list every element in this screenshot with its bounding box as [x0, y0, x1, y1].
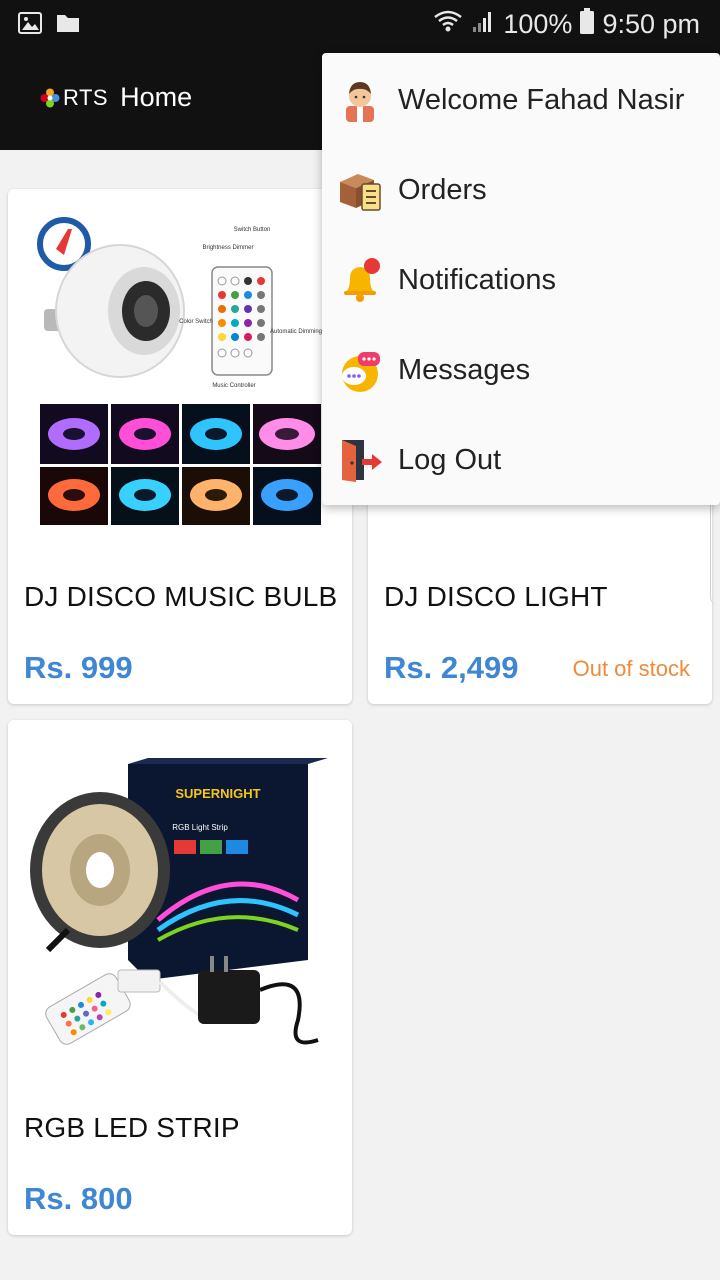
- product-price: Rs. 2,499: [384, 650, 519, 685]
- user-menu: Welcome Fahad Nasir Orders Notifications: [322, 53, 720, 505]
- menu-label: Welcome Fahad Nasir: [398, 83, 685, 116]
- signal-icon: [471, 9, 495, 40]
- remote-label-music: Music Controller: [212, 383, 255, 389]
- out-of-stock-badge: Out of stock: [572, 656, 690, 681]
- menu-item-notifications[interactable]: Notifications: [322, 235, 720, 325]
- product-name: RGB LED STRIP: [24, 1112, 240, 1143]
- flower-logo-icon: [40, 88, 60, 107]
- battery-percent: 100%: [503, 9, 573, 39]
- menu-label: Messages: [398, 353, 531, 386]
- menu-item-welcome[interactable]: Welcome Fahad Nasir: [322, 55, 720, 145]
- menu-item-orders[interactable]: Orders: [322, 145, 720, 235]
- brand[interactable]: RTS Home: [40, 82, 192, 113]
- product-image-disco-bulb: Switch Button Brightness Dimmer Color Sw…: [8, 189, 352, 549]
- menu-label: Notifications: [398, 263, 556, 296]
- wifi-icon: [433, 9, 463, 40]
- menu-item-logout[interactable]: Log Out: [322, 415, 720, 505]
- remote-label-switch: Switch Button: [234, 227, 271, 233]
- chat-icon: [342, 352, 380, 392]
- menu-item-messages[interactable]: Messages: [322, 325, 720, 415]
- rts-logo: RTS: [40, 85, 108, 111]
- remote-label-brightness: Brightness Dimmer: [202, 245, 253, 251]
- product-price: Rs. 999: [24, 650, 133, 685]
- product-name: DJ DISCO LIGHT: [384, 581, 608, 612]
- page-title: Home: [120, 82, 193, 112]
- battery-icon: [580, 8, 595, 41]
- strip-sub-text: RGB Light Strip: [172, 823, 228, 832]
- clock: 9:50 pm: [602, 9, 700, 39]
- remote-label-color: Color Switch: [179, 319, 213, 325]
- product-name: DJ DISCO MUSIC BULB: [24, 581, 338, 612]
- menu-label: Log Out: [398, 443, 502, 476]
- folder-icon: [56, 12, 80, 39]
- product-card[interactable]: SUPERNIGHT RGB Light Strip RGB LED STRIP…: [8, 720, 352, 1235]
- strip-brand-text: SUPERNIGHT: [175, 786, 260, 801]
- product-card[interactable]: Switch Button Brightness Dimmer Color Sw…: [8, 189, 352, 704]
- bell-icon: [344, 258, 380, 302]
- product-price: Rs. 800: [24, 1181, 133, 1216]
- logo-text: RTS: [63, 84, 109, 110]
- status-bar: 100% 9:50 pm: [0, 0, 720, 50]
- menu-label: Orders: [398, 173, 487, 206]
- product-image-led-strip: SUPERNIGHT RGB Light Strip: [8, 720, 352, 1080]
- gallery-icon: [18, 12, 42, 39]
- user-avatar-icon: [346, 82, 374, 122]
- orders-box-icon: [340, 174, 381, 211]
- logout-door-icon: [342, 440, 382, 482]
